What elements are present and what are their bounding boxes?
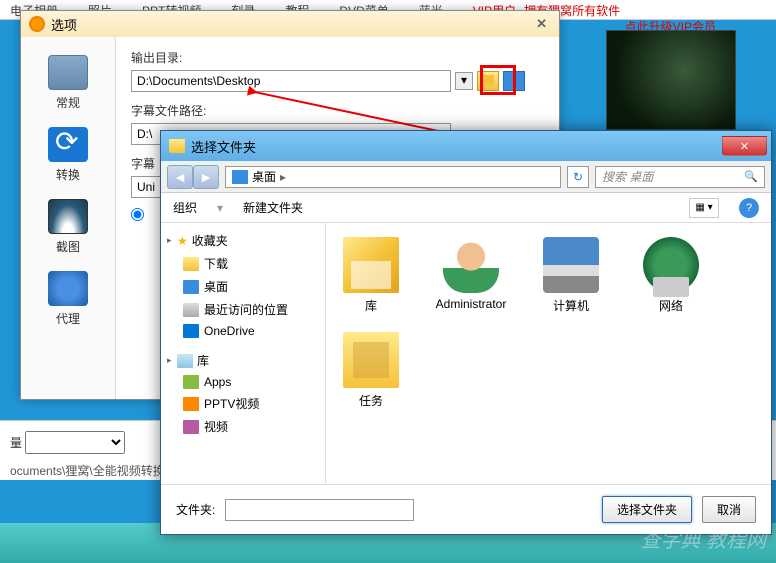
apps-icon — [183, 375, 199, 389]
tree-item-downloads[interactable]: 下载 — [165, 252, 321, 275]
tasks-icon — [343, 332, 399, 388]
option-radio-1[interactable] — [131, 208, 144, 221]
tree-item-video[interactable]: 视频 — [165, 415, 321, 438]
folder-item-library[interactable]: 库 — [331, 233, 411, 318]
folder-content-area: 库 Administrator 计算机 网络 任务 — [326, 223, 771, 484]
tree-item-onedrive[interactable]: OneDrive — [165, 321, 321, 341]
chevron-down-icon: ▸ — [167, 355, 177, 366]
folder-icon — [183, 257, 199, 271]
item-label: 库 — [365, 297, 377, 314]
folder-name-label: 文件夹: — [176, 501, 215, 518]
sidebar-label: 截图 — [56, 238, 80, 255]
video-icon — [183, 420, 199, 434]
tree-label: PPTV视频 — [204, 395, 259, 412]
nav-forward-button[interactable]: ► — [193, 165, 219, 189]
tree-label: 桌面 — [204, 278, 228, 295]
general-icon — [48, 55, 88, 90]
help-button[interactable]: ? — [739, 198, 759, 218]
output-dir-browse-button[interactable] — [477, 71, 499, 91]
breadcrumb-text: 桌面 — [252, 168, 276, 185]
output-dir-label: 输出目录: — [131, 49, 544, 66]
video-preview — [606, 30, 736, 130]
sidebar-item-general[interactable]: 常规 — [21, 47, 115, 119]
view-mode-button[interactable]: ▦ ▾ — [689, 198, 719, 218]
options-titlebar: 选项 ✕ — [21, 11, 559, 37]
subtitle-path-label: 字幕文件路径: — [131, 102, 544, 119]
sidebar-label: 转换 — [56, 166, 80, 183]
options-close-button[interactable]: ✕ — [532, 16, 551, 32]
tree-label: Apps — [204, 375, 231, 389]
chevron-down-icon: ▸ — [167, 235, 177, 246]
sidebar-item-proxy[interactable]: 代理 — [21, 263, 115, 335]
output-dir-open-button[interactable] — [503, 71, 525, 91]
select-folder-button[interactable]: 选择文件夹 — [602, 496, 692, 523]
star-icon: ★ — [177, 234, 188, 248]
folder-tree: ▸ ★ 收藏夹 下载 桌面 最近访问的位置 OneDrive ▸ 库 Apps … — [161, 223, 326, 484]
folder-name-input[interactable] — [225, 499, 414, 521]
folder-item-network[interactable]: 网络 — [631, 233, 711, 318]
breadcrumb[interactable]: 桌面 ▸ — [225, 166, 561, 188]
capture-icon — [48, 199, 88, 234]
picker-nav-bar: ◄ ► 桌面 ▸ ↻ 搜索 桌面 — [161, 161, 771, 193]
convert-icon — [48, 127, 88, 162]
sidebar-item-capture[interactable]: 截图 — [21, 191, 115, 263]
recent-icon — [183, 303, 199, 317]
pptv-icon — [183, 397, 199, 411]
output-dir-dropdown[interactable]: ▾ — [455, 72, 473, 90]
item-label: 网络 — [659, 297, 683, 314]
network-icon — [643, 237, 699, 293]
library-icon — [177, 354, 193, 368]
tree-label: 最近访问的位置 — [204, 301, 288, 318]
tree-label: 收藏夹 — [192, 232, 228, 249]
new-folder-button[interactable]: 新建文件夹 — [243, 199, 303, 216]
options-sidebar: 常规 转换 截图 代理 — [21, 37, 116, 399]
onedrive-icon — [183, 324, 199, 338]
picker-toolbar: 组织 ▾ 新建文件夹 ▦ ▾ ? — [161, 193, 771, 223]
folder-picker-dialog: 选择文件夹 ✕ ◄ ► 桌面 ▸ ↻ 搜索 桌面 组织 ▾ 新建文件夹 ▦ ▾ … — [160, 130, 772, 535]
tree-favorites-header[interactable]: ▸ ★ 收藏夹 — [165, 229, 321, 252]
tree-label: 视频 — [204, 418, 228, 435]
tree-library-header[interactable]: ▸ 库 — [165, 349, 321, 372]
nav-back-button[interactable]: ◄ — [167, 165, 193, 189]
folder-item-computer[interactable]: 计算机 — [531, 233, 611, 318]
quality-select[interactable] — [25, 431, 125, 454]
cancel-button[interactable]: 取消 — [702, 496, 756, 523]
sidebar-label: 常规 — [56, 94, 80, 111]
folder-icon — [169, 139, 185, 153]
desktop-icon — [183, 280, 199, 294]
tree-item-pptv[interactable]: PPTV视频 — [165, 392, 321, 415]
quality-label: 量 — [10, 436, 22, 450]
search-input[interactable]: 搜索 桌面 — [595, 166, 765, 188]
item-label: 计算机 — [553, 297, 589, 314]
picker-title-text: 选择文件夹 — [191, 137, 256, 156]
library-icon — [343, 237, 399, 293]
computer-icon — [543, 237, 599, 293]
picker-titlebar: 选择文件夹 ✕ — [161, 131, 771, 161]
output-dir-input[interactable] — [131, 70, 451, 92]
sidebar-item-convert[interactable]: 转换 — [21, 119, 115, 191]
folder-item-tasks[interactable]: 任务 — [331, 328, 411, 413]
item-label: Administrator — [436, 297, 507, 311]
sidebar-label: 代理 — [56, 310, 80, 327]
picker-close-button[interactable]: ✕ — [722, 136, 767, 156]
refresh-button[interactable]: ↻ — [567, 166, 589, 188]
tree-label: OneDrive — [204, 324, 255, 338]
tree-label: 下载 — [204, 255, 228, 272]
item-label: 任务 — [359, 392, 383, 409]
folder-item-user[interactable]: Administrator — [431, 233, 511, 318]
tree-item-apps[interactable]: Apps — [165, 372, 321, 392]
tree-item-desktop[interactable]: 桌面 — [165, 275, 321, 298]
tree-item-recent[interactable]: 最近访问的位置 — [165, 298, 321, 321]
proxy-icon — [48, 271, 88, 306]
options-icon — [29, 16, 45, 32]
user-icon — [443, 237, 499, 293]
chevron-right-icon: ▸ — [280, 170, 286, 184]
organize-button[interactable]: 组织 — [173, 199, 197, 216]
picker-footer: 文件夹: 选择文件夹 取消 — [161, 484, 771, 534]
desktop-icon — [232, 170, 248, 184]
options-title-text: 选项 — [51, 15, 77, 34]
search-placeholder: 搜索 桌面 — [602, 168, 653, 185]
tree-label: 库 — [197, 352, 209, 369]
